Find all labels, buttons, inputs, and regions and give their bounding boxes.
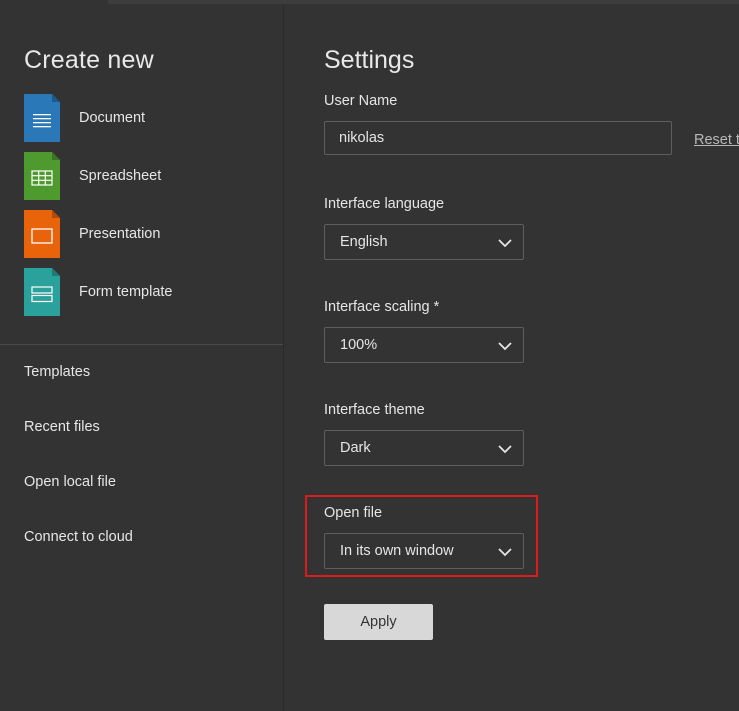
spreadsheet-icon [24,152,60,200]
create-presentation-button[interactable]: Presentation [24,210,264,258]
presentation-icon [24,210,60,258]
create-spreadsheet-button[interactable]: Spreadsheet [24,152,264,200]
sidebar-item-recent-files[interactable]: Recent files [24,419,100,435]
interface-scaling-label: Interface scaling * [324,299,440,315]
interface-language-select[interactable]: English [324,224,524,260]
interface-theme-label: Interface theme [324,402,425,418]
user-name-input[interactable] [324,121,672,155]
open-file-select[interactable]: In its own window [324,533,524,569]
sidebar-item-connect-to-cloud[interactable]: Connect to cloud [24,529,133,545]
document-icon [24,94,60,142]
chevron-down-icon [498,445,512,454]
sidebar-divider [0,344,283,345]
settings-title: Settings [324,46,415,74]
chevron-down-icon [498,548,512,557]
interface-scaling-value: 100% [340,337,378,353]
settings-panel: Settings User Name Reset t Interface lan… [284,4,739,711]
open-file-label: Open file [324,505,383,521]
interface-language-label: Interface language [324,196,445,212]
interface-scaling-select[interactable]: 100% [324,327,524,363]
interface-language-value: English [340,234,388,250]
sidebar: Create new Document Spreadsheet Presenta… [0,4,284,711]
create-form-template-button[interactable]: Form template [24,268,264,316]
sidebar-item-open-local-file[interactable]: Open local file [24,474,116,490]
create-spreadsheet-label: Spreadsheet [79,168,162,184]
sidebar-item-templates[interactable]: Templates [24,364,90,380]
create-document-button[interactable]: Document [24,94,264,142]
user-name-label: User Name [324,93,398,109]
create-presentation-label: Presentation [79,226,161,242]
create-form-template-label: Form template [79,284,173,300]
create-new-title: Create new [24,46,154,74]
form-template-icon [24,268,60,316]
chevron-down-icon [498,342,512,351]
interface-theme-value: Dark [340,440,371,456]
reset-link[interactable]: Reset t [694,132,739,148]
open-file-value: In its own window [340,543,454,559]
chevron-down-icon [498,239,512,248]
create-document-label: Document [79,110,146,126]
interface-theme-select[interactable]: Dark [324,430,524,466]
apply-button[interactable]: Apply [324,604,433,640]
